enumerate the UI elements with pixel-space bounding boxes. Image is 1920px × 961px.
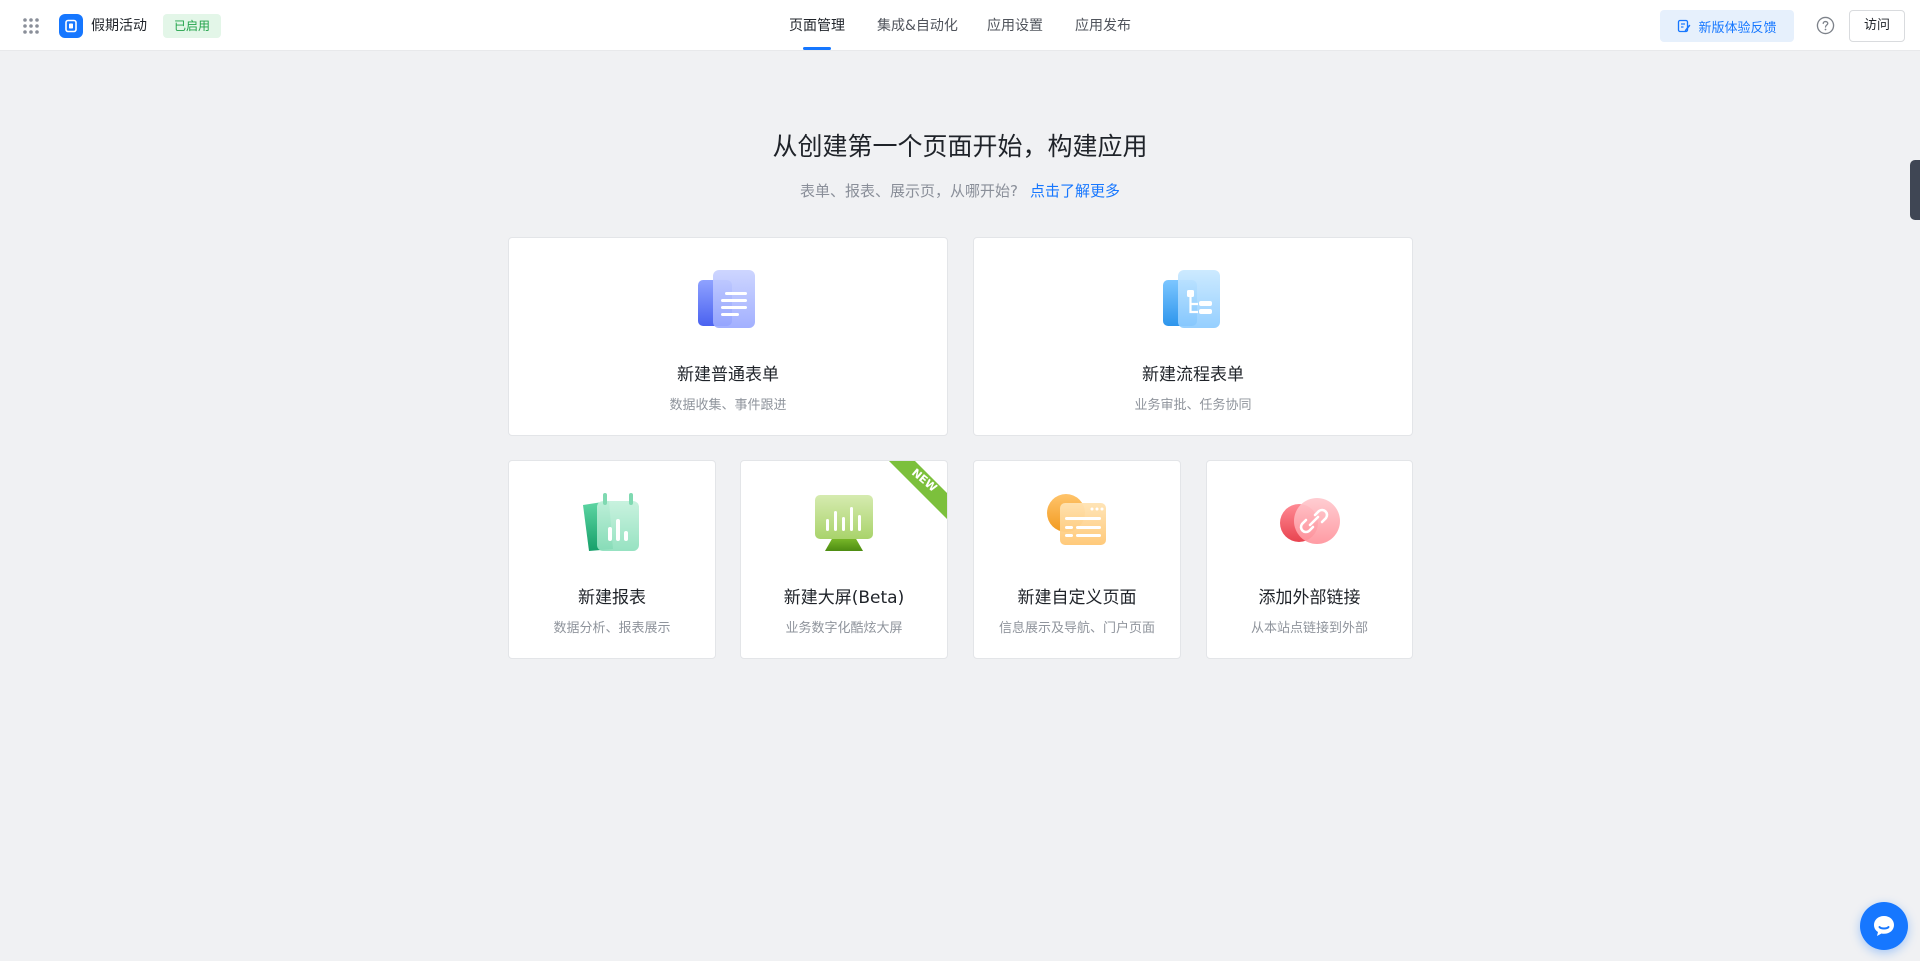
chat-support-icon	[1874, 916, 1894, 936]
edit-note-icon	[1678, 19, 1691, 33]
help-icon[interactable]	[1816, 16, 1835, 35]
card-title: 新建普通表单	[677, 365, 779, 385]
tab-integration-automation[interactable]: 集成&自动化	[877, 16, 958, 36]
dashboard-screen-icon	[815, 495, 873, 551]
card-desc: 业务审批、任务协同	[1134, 398, 1252, 413]
tab-page-management[interactable]: 页面管理	[789, 16, 845, 36]
hero-subtitle-text: 表单、报表、展示页，从哪开始?	[800, 182, 1018, 200]
card-desc: 数据分析、报表展示	[553, 621, 671, 636]
top-header: 假期活动 已启用 页面管理 集成&自动化 应用设置 应用发布 新版体验反馈 访问	[0, 0, 1920, 51]
report-chart-icon	[583, 493, 639, 551]
external-link-icon	[1279, 498, 1340, 544]
card-title: 新建报表	[578, 588, 646, 608]
form-document-icon	[698, 270, 755, 328]
page-title: 从创建第一个页面开始，构建应用	[772, 132, 1148, 161]
card-title: 添加外部链接	[1258, 588, 1361, 608]
card-new-dashboard[interactable]: 新建大屏(Beta) 业务数字化酷炫大屏 NEW	[740, 460, 948, 659]
top-nav: 页面管理 集成&自动化 应用设置 应用发布	[0, 0, 1920, 51]
feedback-button[interactable]: 新版体验反馈	[1660, 10, 1794, 42]
new-ribbon-badge: NEW	[889, 461, 947, 519]
card-desc: 数据收集、事件跟进	[669, 398, 787, 413]
card-title: 新建自定义页面	[1017, 588, 1137, 608]
active-tab-indicator	[803, 47, 831, 50]
learn-more-link[interactable]: 点击了解更多	[1030, 182, 1120, 200]
custom-page-icon	[1047, 494, 1106, 545]
card-new-process-form[interactable]: 新建流程表单 业务审批、任务协同	[973, 237, 1413, 436]
card-desc: 信息展示及导航、门户页面	[998, 621, 1155, 636]
card-title: 新建流程表单	[1142, 365, 1244, 385]
tab-app-settings[interactable]: 应用设置	[987, 16, 1043, 36]
card-new-custom-page[interactable]: 新建自定义页面 信息展示及导航、门户页面	[973, 460, 1181, 659]
process-form-icon	[1163, 270, 1220, 328]
card-desc: 从本站点链接到外部	[1250, 621, 1368, 636]
card-new-normal-form[interactable]: 新建普通表单 数据收集、事件跟进	[508, 237, 948, 436]
customer-support-button[interactable]	[1860, 902, 1908, 950]
card-desc: 业务数字化酷炫大屏	[785, 621, 903, 636]
card-new-report[interactable]: 新建报表 数据分析、报表展示	[508, 460, 716, 659]
side-panel-handle[interactable]	[1910, 160, 1920, 220]
ribbon-label: NEW	[909, 466, 939, 495]
visit-button[interactable]: 访问	[1849, 10, 1905, 42]
tab-app-publish[interactable]: 应用发布	[1075, 16, 1131, 36]
hero-subtitle: 表单、报表、展示页，从哪开始? 点击了解更多	[0, 180, 1920, 202]
card-title: 新建大屏(Beta)	[783, 588, 905, 608]
feedback-label: 新版体验反馈	[1698, 20, 1777, 36]
card-add-external-link[interactable]: 添加外部链接 从本站点链接到外部	[1206, 460, 1413, 659]
